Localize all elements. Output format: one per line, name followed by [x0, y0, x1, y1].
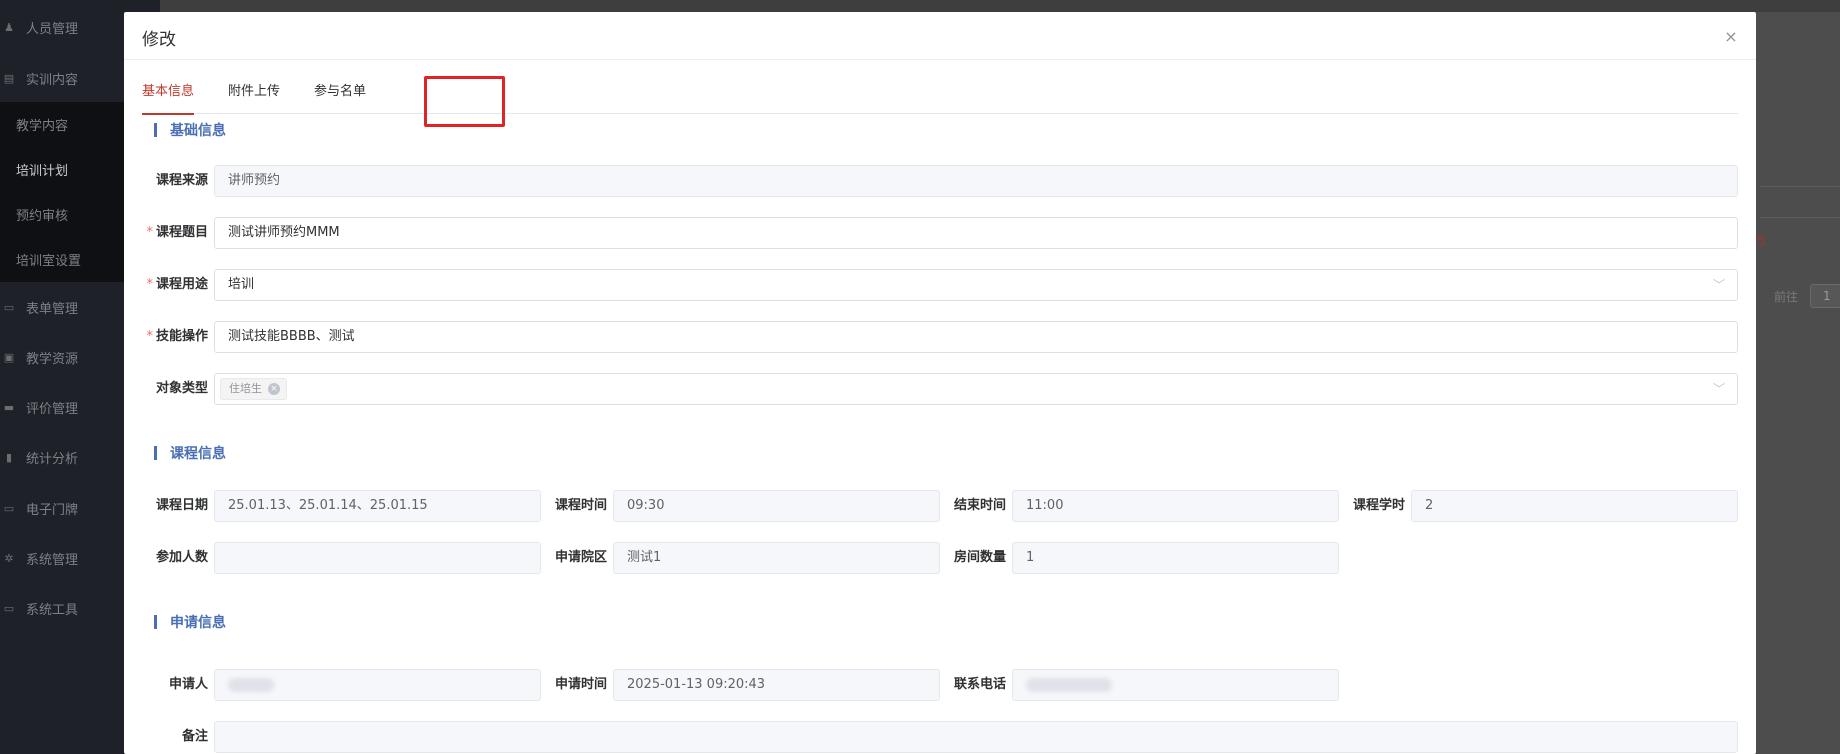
participants-field — [214, 542, 541, 574]
apply-hospital-field: 测试1 — [613, 542, 940, 574]
sidebar-subitem-label: 教学内容 — [16, 119, 69, 134]
remark-label: 备注 — [181, 729, 208, 744]
course-usage-label: * 课程用途 — [132, 269, 208, 301]
sidebar-item-label: 系统管理 — [26, 552, 79, 568]
apply-hospital-label: 申请院区 — [554, 550, 607, 565]
sidebar-subitem-label: 预约审核 — [16, 209, 69, 224]
tab-attachment-upload[interactable]: 附件上传 — [228, 72, 280, 114]
phone-field — [1012, 669, 1339, 701]
skill-operation-input[interactable]: 测试技能BBBB、测试 — [214, 321, 1738, 353]
room-count-field: 1 — [1012, 542, 1339, 574]
room-count-label: 房间数量 — [953, 550, 1006, 565]
course-hours-label: 课程学时 — [1352, 498, 1405, 513]
applicant-label: 申请人 — [168, 677, 208, 692]
section-bar — [154, 446, 157, 460]
section-bar — [154, 615, 157, 629]
course-topic-label: * 课程题目 — [132, 217, 208, 249]
divider — [1760, 186, 1840, 187]
section-header-basic: 基础信息 — [154, 120, 226, 140]
redacted-value — [228, 678, 274, 692]
dialog-title: 修改 — [142, 30, 176, 50]
pagination-goto-label: 前往 — [1774, 290, 1799, 304]
close-icon[interactable]: × — [1724, 29, 1738, 45]
remark-field — [214, 721, 1738, 753]
object-type-tag: 住培生 × — [220, 378, 287, 400]
close-icon[interactable]: × — [268, 383, 280, 395]
tool-icon: ▭ — [3, 601, 15, 615]
end-time-label: 结束时间 — [953, 498, 1006, 513]
resource-icon: ▣ — [3, 350, 15, 364]
course-date-field: 25.01.13、25.01.14、25.01.15 — [214, 490, 541, 522]
apply-time-field: 2025-01-13 09:20:43 — [613, 669, 940, 701]
dialog-header: 修改 × — [124, 12, 1756, 60]
label-text: 课程来源 — [155, 173, 208, 188]
required-mark: * — [146, 329, 153, 344]
course-topic-input[interactable]: 测试讲师预约MMM — [214, 217, 1738, 249]
sidebar-item-label: 表单管理 — [26, 301, 79, 317]
tab-bar: 基本信息 附件上传 参与名单 — [142, 72, 1738, 115]
gear-icon: ✲ — [4, 551, 14, 565]
phone-label: 联系电话 — [953, 677, 1006, 692]
required-mark: * — [146, 277, 153, 292]
sidebar-item-label: 电子门牌 — [26, 502, 79, 518]
end-time-field: 11:00 — [1012, 490, 1339, 522]
chevron-down-icon: ﹀ — [1712, 278, 1725, 292]
course-usage-select[interactable]: 培训 ﹀ — [214, 269, 1738, 301]
course-time-label: 课程时间 — [554, 498, 607, 513]
redacted-value — [1026, 678, 1112, 692]
section-header-apply: 申请信息 — [154, 612, 226, 632]
object-type-label: 对象类型 — [132, 373, 208, 405]
apply-time-label: 申请时间 — [554, 677, 607, 692]
edit-dialog: 修改 × 基本信息 附件上传 参与名单 基础信息 课程来源 讲师预约 * 课程题目… — [124, 12, 1756, 754]
sidebar-item-label: 人员管理 — [26, 21, 79, 37]
sidebar-item-label: 教学资源 — [26, 351, 79, 367]
label-text: 技能操作 — [155, 329, 208, 344]
section-title: 课程信息 — [170, 446, 226, 462]
label-text: 课程用途 — [155, 277, 208, 292]
section-title: 申请信息 — [170, 615, 226, 631]
tag-label: 住培生 — [229, 382, 262, 395]
label-text: 课程题目 — [155, 225, 208, 240]
form-icon: ▭ — [3, 300, 15, 314]
course-time-field: 09:30 — [613, 490, 940, 522]
select-value: 培训 — [228, 277, 255, 292]
label-text: 对象类型 — [155, 381, 208, 396]
skill-operation-label: * 技能操作 — [132, 321, 208, 353]
evaluation-icon: ▬ — [3, 400, 15, 414]
chevron-down-icon: ﹀ — [1712, 382, 1725, 396]
top-bar — [160, 0, 1840, 12]
sidebar-item-label: 评价管理 — [26, 401, 79, 417]
people-icon: ♟ — [4, 20, 14, 34]
course-source-field: 讲师预约 — [214, 165, 1738, 197]
chart-icon: ▮ — [5, 450, 13, 464]
required-mark: * — [146, 225, 153, 240]
course-source-label: 课程来源 — [132, 165, 208, 197]
divider — [1760, 217, 1840, 218]
doorplate-icon: ▭ — [3, 501, 15, 515]
sidebar-item-label: 实训内容 — [26, 72, 79, 88]
tab-participant-list[interactable]: 参与名单 — [314, 72, 366, 114]
sidebar-item-label: 系统工具 — [26, 602, 79, 618]
sidebar-subitem-label: 培训室设置 — [16, 254, 82, 269]
book-icon: ▤ — [3, 71, 15, 85]
participants-label: 参加人数 — [155, 550, 208, 565]
section-title: 基础信息 — [170, 123, 226, 139]
sidebar-item-label: 统计分析 — [26, 451, 79, 467]
object-type-select[interactable]: 住培生 × ﹀ — [214, 373, 1738, 405]
course-date-label: 课程日期 — [155, 498, 208, 513]
tab-basic-info[interactable]: 基本信息 — [142, 72, 195, 115]
sidebar-subitem-label: 培训计划 — [16, 164, 69, 179]
course-hours-field: 2 — [1411, 490, 1738, 522]
section-bar — [154, 123, 157, 137]
pagination-page-input[interactable]: 1 — [1810, 284, 1840, 308]
section-header-course: 课程信息 — [154, 443, 226, 463]
applicant-field — [214, 669, 541, 701]
